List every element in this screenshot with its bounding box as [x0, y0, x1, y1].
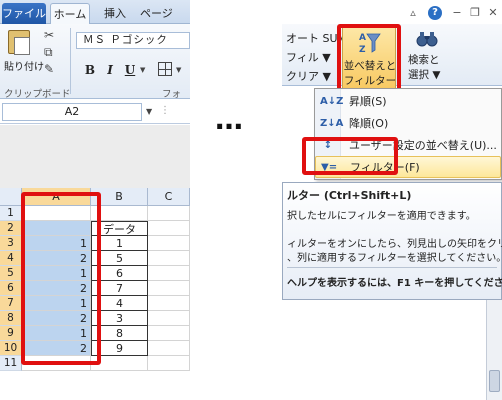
bold-button[interactable]: B: [82, 62, 98, 78]
clear-button[interactable]: クリア ▼: [286, 68, 331, 84]
excel-sort-filter-panel: ▵ ? − ❐ ✕ オート SUM ▼ フィル ▼ クリア ▼ A Z 並べ替え…: [282, 0, 502, 400]
cell-c[interactable]: [148, 236, 190, 251]
ribbon-minimize-icon[interactable]: ▵: [406, 6, 420, 20]
cell-c[interactable]: [148, 251, 190, 266]
window-restore-icon[interactable]: ❐: [468, 6, 482, 20]
row-header[interactable]: 11: [0, 356, 22, 371]
formula-bar: A2 ▼ ⋮: [0, 100, 190, 124]
clear-label: クリア: [286, 70, 319, 83]
continuation-ellipsis: …: [215, 103, 247, 136]
underline-dropdown-icon[interactable]: ▼: [140, 66, 145, 74]
filter-tooltip: ルター (Ctrl+Shift+L) 択したセルにフィルターを適用できます。 ィ…: [282, 182, 502, 300]
tab-insert[interactable]: 挿入: [98, 3, 132, 24]
row-header[interactable]: 6: [0, 281, 22, 296]
row-header[interactable]: 4: [0, 251, 22, 266]
window-close-icon[interactable]: ✕: [486, 6, 500, 20]
tab-page-layout[interactable]: ページ: [140, 3, 190, 24]
paste-button-label[interactable]: 貼り付け: [4, 58, 44, 73]
help-icon[interactable]: ?: [428, 6, 442, 20]
tooltip-line: ィルターをオンにしたら、列見出しの矢印をクリックし: [287, 239, 502, 250]
tab-file[interactable]: ファイル: [2, 3, 46, 24]
row-header[interactable]: 8: [0, 311, 22, 326]
sort-ascending-icon: A↓Z: [320, 96, 344, 107]
fill-label: フィル: [286, 51, 319, 64]
scrollbar-thumb[interactable]: [489, 370, 500, 392]
sort-descending-icon: Z↓A: [320, 118, 344, 129]
cell-c[interactable]: [148, 221, 190, 236]
format-painter-icon[interactable]: ✎: [44, 63, 58, 75]
menu-item-sort-descending[interactable]: Z↓A 降順(O): [315, 113, 501, 135]
menu-item-label: 昇順(S): [349, 95, 387, 108]
row-header[interactable]: 2: [0, 221, 22, 236]
paste-icon[interactable]: [8, 30, 30, 55]
row-header[interactable]: 9: [0, 326, 22, 341]
group-divider: [70, 28, 71, 94]
borders-icon[interactable]: [158, 62, 172, 76]
find-select-label-line2[interactable]: 選択 ▼: [408, 67, 440, 82]
tooltip-title: ルター (Ctrl+Shift+L): [287, 189, 412, 202]
name-box-dropdown-icon[interactable]: ▼: [146, 107, 152, 116]
formula-bar-grip-icon: ⋮: [160, 105, 170, 116]
cell-c[interactable]: [148, 341, 190, 356]
tooltip-line: 択したセルにフィルターを適用できます。: [287, 211, 476, 222]
name-box[interactable]: A2: [2, 103, 142, 121]
row-header[interactable]: 1: [0, 206, 22, 221]
sort-filter-highlight-box: [337, 24, 401, 98]
tooltip-help-text: ヘルプを表示するには、F1 キーを押してください。: [287, 278, 502, 289]
row-header[interactable]: 10: [0, 341, 22, 356]
row-header[interactable]: 5: [0, 266, 22, 281]
blank-area: [282, 316, 486, 400]
tooltip-line: 、列に適用するフィルターを選択してください。: [287, 253, 502, 264]
vertical-scrollbar[interactable]: [486, 300, 502, 400]
row-header[interactable]: 3: [0, 236, 22, 251]
clear-dropdown-icon: ▼: [322, 70, 331, 83]
select-all-corner[interactable]: [0, 188, 22, 206]
tooltip-divider: [287, 267, 497, 268]
home-ribbon: 貼り付け ✂ ⧉ ✎ クリップボード ＭＳ Ｐゴシック B I U ▼ ▼ フォ…: [0, 24, 190, 114]
clipboard-group-label: クリップボード: [4, 89, 71, 100]
window-minimize-icon[interactable]: −: [450, 6, 464, 20]
cell-c[interactable]: [148, 326, 190, 341]
selection-highlight-box: [21, 192, 101, 365]
copy-icon[interactable]: ⧉: [44, 46, 58, 58]
font-name-select[interactable]: ＭＳ Ｐゴシック: [76, 32, 190, 49]
fill-button[interactable]: フィル ▼: [286, 49, 331, 65]
menu-item-sort-ascending[interactable]: A↓Z 昇順(S): [315, 91, 501, 113]
filter-item-highlight-box: [302, 137, 398, 175]
ribbon-tab-bar: ファイル ホーム 挿入 ページ: [0, 0, 190, 24]
fill-dropdown-icon: ▼: [322, 51, 331, 64]
menu-item-label: 降順(O): [349, 117, 389, 130]
tab-home[interactable]: ホーム: [50, 3, 90, 24]
binoculars-icon[interactable]: [416, 30, 438, 48]
cell-c[interactable]: [148, 296, 190, 311]
collapsed-area: [0, 125, 190, 188]
italic-button[interactable]: I: [102, 62, 118, 78]
cell-c[interactable]: [148, 281, 190, 296]
cut-icon[interactable]: ✂: [44, 29, 58, 41]
cell-c[interactable]: [148, 266, 190, 281]
excel-home-panel: ファイル ホーム 挿入 ページ 貼り付け ✂ ⧉ ✎ クリップボード ＭＳ Ｐゴ…: [0, 0, 190, 400]
cell-c[interactable]: [148, 356, 190, 371]
borders-dropdown-icon[interactable]: ▼: [176, 66, 181, 74]
row-header[interactable]: 7: [0, 296, 22, 311]
cell-c[interactable]: [148, 311, 190, 326]
underline-button[interactable]: U: [122, 62, 138, 78]
column-header-c[interactable]: C: [148, 188, 190, 206]
cell-c[interactable]: [148, 206, 190, 221]
find-select-label-line1[interactable]: 検索と: [408, 52, 440, 67]
